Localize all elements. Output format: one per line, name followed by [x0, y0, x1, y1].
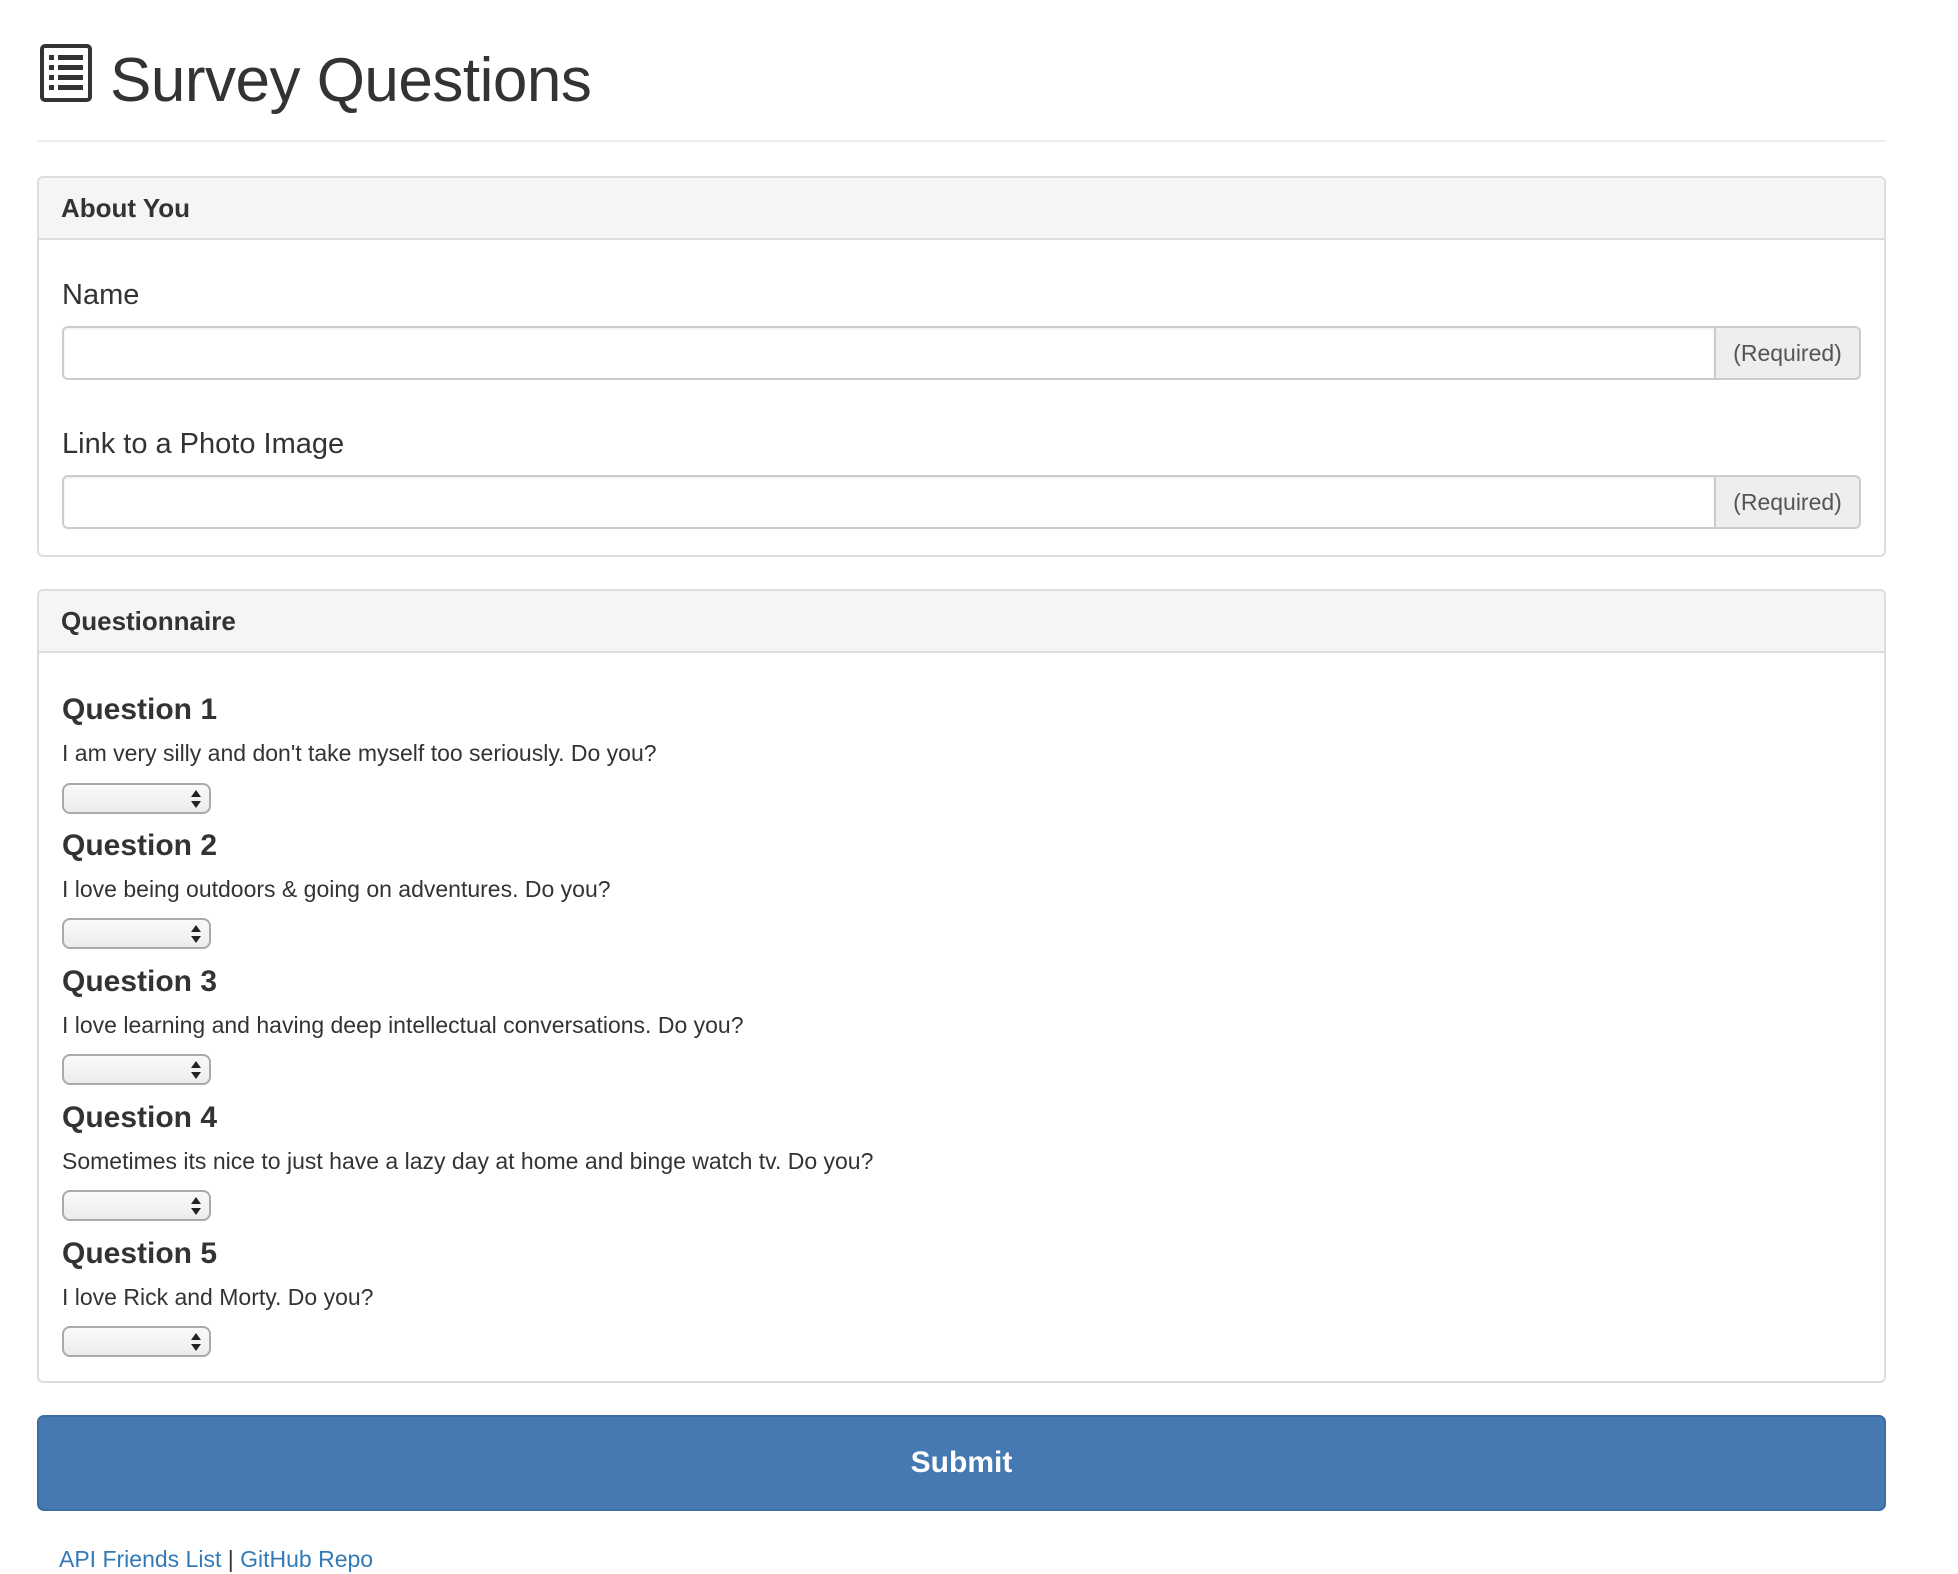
- github-repo-link[interactable]: GitHub Repo: [240, 1546, 373, 1572]
- name-input[interactable]: [62, 326, 1714, 380]
- question-1-select[interactable]: [62, 783, 211, 814]
- questionnaire-heading: Questionnaire: [39, 591, 1884, 653]
- page-title: Survey Questions: [110, 46, 592, 115]
- questionnaire-panel: Questionnaire Question 1 I am very silly…: [37, 589, 1886, 1383]
- question-3-title: Question 3: [62, 965, 218, 998]
- question-4-text: Sometimes its nice to just have a lazy d…: [62, 1148, 874, 1174]
- question-3-select[interactable]: [62, 1054, 211, 1085]
- footer-separator: |: [227, 1546, 234, 1572]
- select-arrows-icon: [191, 1333, 201, 1351]
- question-4-select[interactable]: [62, 1190, 211, 1221]
- name-required-addon: (Required): [1714, 326, 1861, 380]
- question-3-text: I love learning and having deep intellec…: [62, 1012, 744, 1038]
- question-2-text: I love being outdoors & going on adventu…: [62, 876, 611, 902]
- name-input-group: (Required): [62, 326, 1861, 380]
- photo-link-label: Link to a Photo Image: [62, 428, 345, 460]
- photo-required-addon: (Required): [1714, 475, 1861, 529]
- select-arrows-icon: [191, 790, 201, 808]
- about-you-panel: About You Name (Required) Link to a Phot…: [37, 176, 1886, 557]
- page-header: Survey Questions: [37, 0, 1886, 142]
- question-4-title: Question 4: [62, 1101, 218, 1134]
- question-5-title: Question 5: [62, 1237, 218, 1270]
- name-label: Name: [62, 279, 140, 311]
- api-friends-list-link[interactable]: API Friends List: [59, 1546, 221, 1572]
- question-1-title: Question 1: [62, 693, 218, 726]
- photo-link-input[interactable]: [62, 475, 1714, 529]
- select-arrows-icon: [191, 1197, 201, 1215]
- select-arrows-icon: [191, 925, 201, 943]
- submit-button[interactable]: Submit: [37, 1415, 1886, 1511]
- select-arrows-icon: [191, 1061, 201, 1079]
- footer-links: API Friends List | GitHub Repo: [59, 1546, 373, 1573]
- question-5-select[interactable]: [62, 1326, 211, 1357]
- about-you-heading: About You: [39, 178, 1884, 240]
- page: Survey Questions About You Name (Require…: [37, 0, 1886, 1572]
- list-alt-icon: [40, 44, 92, 102]
- question-5-text: I love Rick and Morty. Do you?: [62, 1284, 374, 1310]
- question-1-text: I am very silly and don't take myself to…: [62, 740, 657, 766]
- photo-input-group: (Required): [62, 475, 1861, 529]
- question-2-title: Question 2: [62, 829, 218, 862]
- question-2-select[interactable]: [62, 918, 211, 949]
